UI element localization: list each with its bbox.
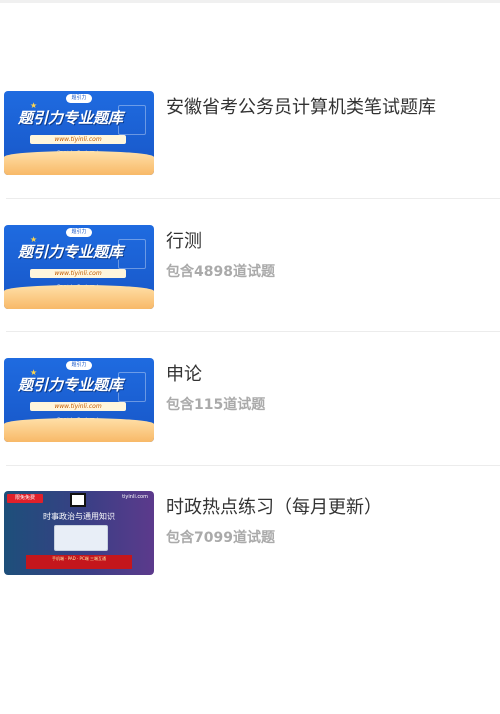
item-title[interactable]: 行测 [166, 227, 202, 253]
banner-url: www.tiyinli.com [30, 135, 126, 144]
devices-illustration [54, 525, 108, 551]
banner-headline: 题引力专业题库 [18, 109, 124, 127]
news-tag: 限免免费 [7, 494, 43, 503]
banner-image: 题引力 ★ 题引力专业题库 www.tiyinli.com 题引力·题库平台 [4, 225, 154, 309]
item-title[interactable]: 申论 [166, 360, 202, 386]
list-item[interactable]: 题引力 ★ 题引力专业题库 www.tiyinli.com 题引力·题库平台 安… [0, 65, 500, 199]
news-banner-text: 手机端 · PAD · PC端 三端互通 [26, 555, 132, 569]
banner-wave [4, 151, 154, 175]
top-rule [0, 0, 500, 3]
news-brand: tiyinli.com [122, 494, 148, 500]
item-count: 包含7099道试题 [166, 530, 275, 546]
banner-logo: 题引力 [66, 94, 92, 103]
news-heading: 时事政治与通用知识 [43, 512, 115, 521]
banner-headline: 题引力专业题库 [18, 376, 124, 394]
news-image: 限免免费 tiyinli.com 时事政治与通用知识 手机端 · PAD · P… [4, 491, 154, 575]
banner-wave [4, 285, 154, 309]
item-thumbnail[interactable]: 限免免费 tiyinli.com 时事政治与通用知识 手机端 · PAD · P… [4, 491, 154, 575]
list-item[interactable]: 限免免费 tiyinli.com 时事政治与通用知识 手机端 · PAD · P… [0, 465, 500, 599]
item-thumbnail[interactable]: 题引力 ★ 题引力专业题库 www.tiyinli.com 题引力·题库平台 [4, 91, 154, 175]
list-item[interactable]: 题引力 ★ 题引力专业题库 www.tiyinli.com 题引力·题库平台 申… [0, 332, 500, 466]
banner-url: www.tiyinli.com [30, 269, 126, 278]
item-title[interactable]: 安徽省考公务员计算机类笔试题库 [166, 93, 436, 119]
banner-url: www.tiyinli.com [30, 402, 126, 411]
banner-wave [4, 418, 154, 442]
banner-headline: 题引力专业题库 [18, 243, 124, 261]
banner-logo: 题引力 [66, 228, 92, 237]
item-thumbnail[interactable]: 题引力 ★ 题引力专业题库 www.tiyinli.com 题引力·题库平台 [4, 225, 154, 309]
banner-logo: 题引力 [66, 361, 92, 370]
banner-image: 题引力 ★ 题引力专业题库 www.tiyinli.com 题引力·题库平台 [4, 91, 154, 175]
item-count: 包含4898道试题 [166, 264, 275, 280]
list-item[interactable]: 题引力 ★ 题引力专业题库 www.tiyinli.com 题引力·题库平台 行… [0, 199, 500, 333]
banner-image: 题引力 ★ 题引力专业题库 www.tiyinli.com 题引力·题库平台 [4, 358, 154, 442]
qr-code-icon [70, 493, 86, 507]
item-title[interactable]: 时政热点练习（每月更新） [166, 493, 382, 519]
item-thumbnail[interactable]: 题引力 ★ 题引力专业题库 www.tiyinli.com 题引力·题库平台 [4, 358, 154, 442]
item-count: 包含115道试题 [166, 397, 266, 413]
